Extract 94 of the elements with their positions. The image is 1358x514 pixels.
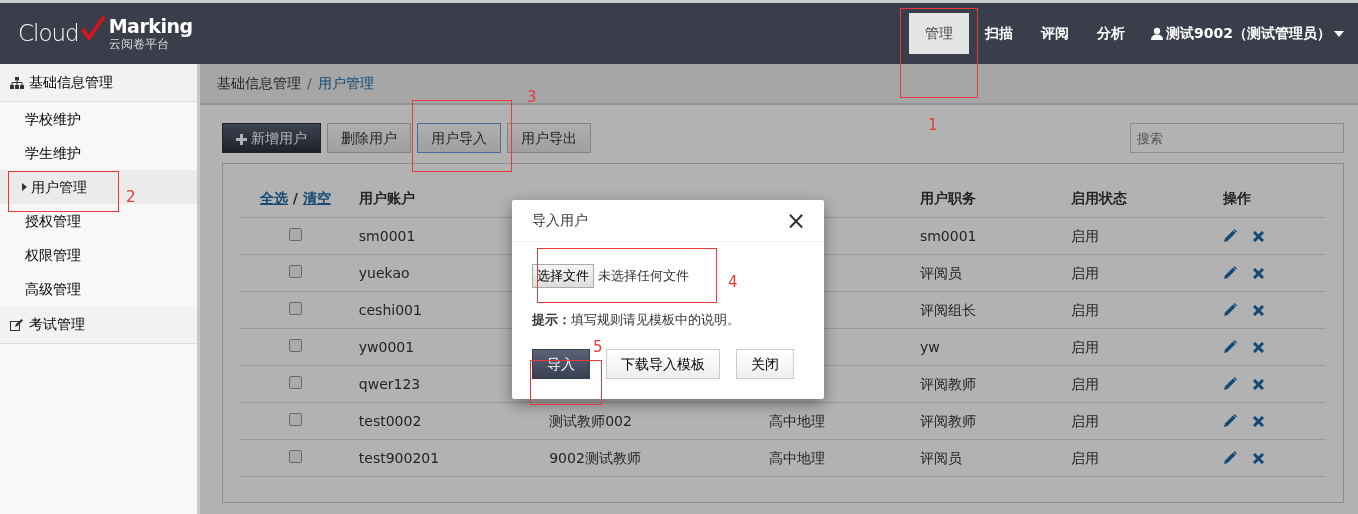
dialog-title: 导入用户 xyxy=(532,211,588,230)
sidebar-group[interactable]: 基础信息管理 xyxy=(0,64,197,102)
table-cell: 评阅员 xyxy=(919,264,962,281)
sidebar-item[interactable]: 权限管理 xyxy=(0,238,197,272)
delete-icon xyxy=(1253,378,1265,390)
delete-icon xyxy=(1253,452,1265,464)
table-cell: 启用 xyxy=(1071,412,1100,429)
table-cell: yw0001 xyxy=(358,338,415,355)
clear-link[interactable]: 清空 xyxy=(302,190,331,206)
row-checkbox[interactable] xyxy=(288,301,302,315)
check-mark-icon xyxy=(80,16,105,41)
hint-text: 提示：填写规则请见模板中的说明。 xyxy=(532,310,741,329)
table-cell: 9002测试教师 xyxy=(549,449,641,466)
delete-icon xyxy=(1253,230,1265,242)
edit-icon xyxy=(10,318,24,331)
table-cell: test900201 xyxy=(358,449,440,466)
column-header: 用户账户 xyxy=(358,190,415,206)
row-checkbox[interactable] xyxy=(288,264,302,278)
user-menu[interactable]: 测试9002（测试管理员） xyxy=(1139,13,1348,54)
nav-tab[interactable]: 分析 xyxy=(1083,13,1140,54)
choose-file-button[interactable]: 选择文件 xyxy=(532,264,594,288)
delete-icon xyxy=(1253,304,1265,316)
separator: / xyxy=(291,190,299,206)
breadcrumb-link[interactable]: 基础信息管理 xyxy=(217,73,301,94)
caret-icon xyxy=(22,183,27,191)
toolbar-button[interactable]: 删除用户 xyxy=(327,123,412,153)
table-cell: 测试教师002 xyxy=(549,412,632,429)
table-cell: 评阅员 xyxy=(919,449,962,466)
table-cell: 启用 xyxy=(1071,227,1100,244)
edit-icon xyxy=(1223,229,1238,243)
annotation-number: 4 xyxy=(728,275,738,290)
annotation-number: 2 xyxy=(126,190,136,205)
table-cell: 评阅教师 xyxy=(919,412,976,429)
edit-icon xyxy=(1223,377,1238,391)
annotation-number: 1 xyxy=(928,118,938,133)
delete-icon xyxy=(1253,267,1265,279)
table-cell: 评阅组长 xyxy=(919,301,976,318)
table-cell: qwer123 xyxy=(358,375,421,392)
nav-tab[interactable]: 评阅 xyxy=(1027,13,1084,54)
sidebar-item[interactable]: 学生维护 xyxy=(0,136,197,170)
search-field[interactable]: 搜索 xyxy=(1130,123,1344,153)
table-cell: 启用 xyxy=(1071,375,1100,392)
sidebar-item[interactable]: 学校维护 xyxy=(0,102,197,136)
breadcrumb-current: 用户管理 xyxy=(317,74,374,93)
select-all-link[interactable]: 全选 xyxy=(259,190,288,206)
close-button[interactable]: × xyxy=(785,208,806,233)
file-status: 未选择任何文件 xyxy=(598,267,689,285)
column-header: 用户职务 xyxy=(919,190,976,206)
table-cell: yuekao xyxy=(358,264,410,281)
row-checkbox[interactable] xyxy=(288,338,302,352)
logo-word: Cloud xyxy=(18,19,79,49)
caret-icon xyxy=(1334,30,1344,37)
plus-icon xyxy=(236,133,247,145)
edit-icon xyxy=(1223,303,1238,317)
nav-tab[interactable]: 扫描 xyxy=(971,13,1028,54)
row-checkbox[interactable] xyxy=(288,449,302,463)
table-cell: sm0001 xyxy=(919,227,977,244)
table-cell: sm0001 xyxy=(358,227,416,244)
table-cell: yw xyxy=(919,338,940,355)
table-cell: 启用 xyxy=(1071,301,1100,318)
delete-icon xyxy=(1253,341,1265,353)
table-cell: 评阅教师 xyxy=(919,375,976,392)
column-header: 启用状态 xyxy=(1071,190,1128,206)
edit-icon xyxy=(1223,340,1238,354)
table-cell: 启用 xyxy=(1071,338,1100,355)
sidebar-item[interactable]: 授权管理 xyxy=(0,204,197,238)
edit-icon xyxy=(1223,414,1238,428)
annotation-number: 3 xyxy=(527,90,537,105)
row-checkbox[interactable] xyxy=(288,412,302,426)
table-cell: 启用 xyxy=(1071,264,1100,281)
sitemap-icon xyxy=(10,76,24,89)
table-cell: 高中地理 xyxy=(768,412,825,429)
edit-icon xyxy=(1223,266,1238,280)
row-checkbox[interactable] xyxy=(288,227,302,241)
sidebar-item[interactable]: 高级管理 xyxy=(0,272,197,306)
table-cell: 高中地理 xyxy=(768,449,825,466)
table-cell: test0002 xyxy=(358,412,422,429)
nav-tab[interactable]: 管理 xyxy=(909,13,970,54)
user-icon xyxy=(1151,27,1164,40)
toolbar-button[interactable]: 用户导出 xyxy=(507,123,592,153)
column-header: 操作 xyxy=(1223,190,1252,206)
edit-icon xyxy=(1223,451,1238,465)
dialog-button[interactable]: 关闭 xyxy=(736,349,794,379)
annotation-number: 5 xyxy=(593,340,603,355)
sidebar-group[interactable]: 考试管理 xyxy=(0,306,197,344)
table-cell: ceshi001 xyxy=(358,301,422,318)
row-checkbox[interactable] xyxy=(288,375,302,389)
toolbar-button[interactable]: 新增用户 xyxy=(222,123,322,153)
delete-icon xyxy=(1253,415,1265,427)
dialog-button[interactable]: 下载导入模板 xyxy=(606,349,720,379)
table-cell: 启用 xyxy=(1071,449,1100,466)
logo-subtitle: 云阅卷平台 xyxy=(108,38,169,50)
toolbar-button[interactable]: 用户导入 xyxy=(417,123,502,153)
breadcrumb-separator: / xyxy=(307,74,312,93)
